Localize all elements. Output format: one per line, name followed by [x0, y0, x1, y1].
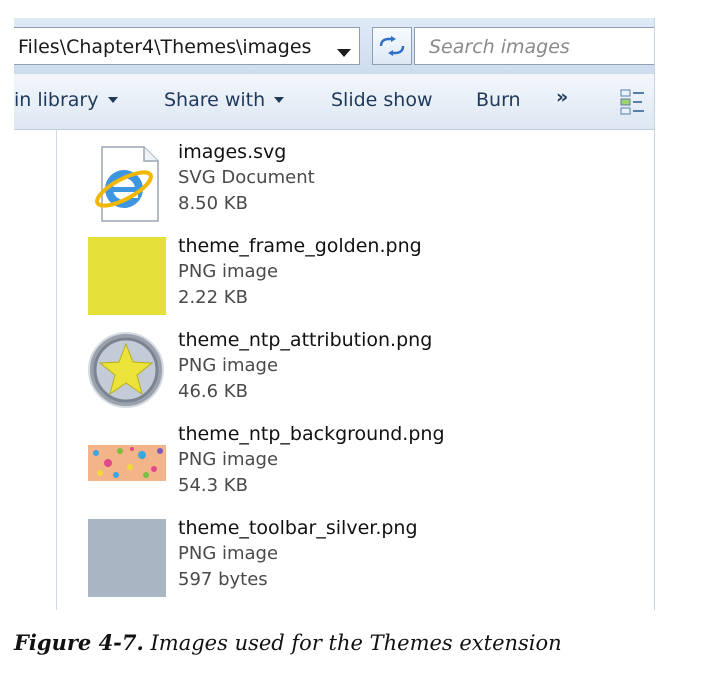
file-type: SVG Document: [178, 167, 315, 188]
file-type: PNG image: [178, 261, 279, 282]
include-in-library-menu[interactable]: in library: [14, 89, 118, 111]
file-name: images.svg: [178, 141, 287, 163]
command-bar: in library Share with Slide show Burn »: [14, 74, 654, 130]
chevron-down-icon: [274, 97, 285, 103]
slide-show-button[interactable]: Slide show: [331, 89, 433, 111]
file-name: theme_ntp_attribution.png: [178, 329, 433, 351]
yellow-thumbnail: [88, 237, 166, 315]
toolbar-overflow-button[interactable]: »: [556, 86, 568, 108]
list-item[interactable]: theme_frame_golden.png PNG image 2.22 KB: [86, 235, 646, 325]
file-size: 54.3 KB: [178, 475, 248, 496]
file-type: PNG image: [178, 449, 279, 470]
file-name: theme_toolbar_silver.png: [178, 517, 418, 539]
slide-show-label: Slide show: [331, 89, 433, 111]
file-size: 8.50 KB: [178, 193, 248, 214]
burn-button[interactable]: Burn: [476, 89, 521, 111]
file-name: theme_ntp_background.png: [178, 423, 445, 445]
file-size: 2.22 KB: [178, 287, 248, 308]
file-type: PNG image: [178, 543, 279, 564]
figure-label: Figure 4-7.: [14, 630, 144, 655]
share-with-label: Share with: [164, 89, 266, 111]
file-type: PNG image: [178, 355, 279, 376]
address-field[interactable]: Files\Chapter4\Themes\images: [14, 27, 360, 65]
include-in-library-label: in library: [14, 89, 99, 111]
ie-document-icon: [95, 146, 159, 222]
search-input[interactable]: Search images: [414, 27, 654, 65]
polka-dot-thumbnail: [88, 445, 166, 481]
silver-thumbnail: [88, 519, 166, 597]
navigation-pane-divider: [56, 129, 57, 610]
chevron-down-icon: [107, 97, 118, 103]
file-list: images.svg SVG Document 8.50 KB theme_fr…: [14, 129, 654, 610]
burn-label: Burn: [476, 89, 521, 111]
address-bar: Files\Chapter4\Themes\images Search imag…: [14, 18, 654, 74]
file-size: 597 bytes: [178, 569, 268, 590]
file-size: 46.6 KB: [178, 381, 248, 402]
overflow-chevrons-icon: »: [556, 86, 569, 108]
figure-caption: Figure 4-7. Images used for the Themes e…: [14, 630, 562, 655]
share-with-menu[interactable]: Share with: [164, 89, 285, 111]
list-item[interactable]: theme_toolbar_silver.png PNG image 597 b…: [86, 517, 646, 607]
star-badge-thumbnail: [88, 332, 164, 408]
refresh-arrows-icon: [379, 36, 405, 56]
figure-text: Images used for the Themes extension: [150, 631, 562, 655]
chevron-down-icon[interactable]: [332, 41, 356, 65]
list-item[interactable]: images.svg SVG Document 8.50 KB: [86, 141, 646, 231]
file-name: theme_frame_golden.png: [178, 235, 422, 257]
refresh-button[interactable]: [372, 27, 412, 65]
list-item[interactable]: theme_ntp_background.png PNG image 54.3 …: [86, 423, 646, 513]
search-placeholder[interactable]: Search images: [429, 36, 570, 58]
change-view-icon[interactable]: [620, 88, 646, 116]
address-path[interactable]: Files\Chapter4\Themes\images: [18, 36, 311, 58]
list-item[interactable]: theme_ntp_attribution.png PNG image 46.6…: [86, 329, 646, 419]
explorer-window: Files\Chapter4\Themes\images Search imag…: [14, 18, 655, 610]
